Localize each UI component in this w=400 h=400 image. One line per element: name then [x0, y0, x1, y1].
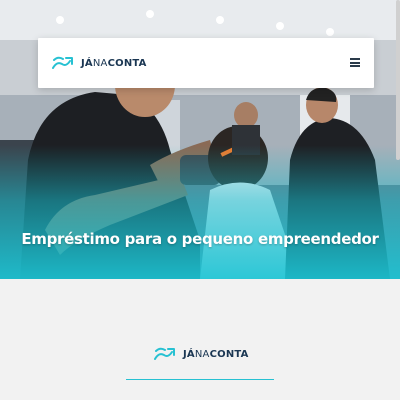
brand-logo[interactable]: JÁNACONTA — [52, 55, 147, 71]
page-scrollbar[interactable] — [396, 0, 400, 160]
hero-title: Empréstimo para o pequeno empreendedor — [21, 230, 379, 248]
hamburger-menu-icon[interactable] — [350, 58, 360, 67]
brand-wordmark: JÁNACONTA — [81, 57, 147, 69]
top-navbar: JÁNACONTA — [38, 38, 374, 88]
footer-brand-logo[interactable]: JÁNACONTA — [154, 346, 249, 362]
footer-section: JÁNACONTA — [0, 279, 400, 400]
arrow-ribbon-icon — [154, 347, 175, 360]
footer-divider — [126, 379, 274, 380]
footer-brand-wordmark: JÁNACONTA — [183, 348, 249, 360]
arrow-ribbon-icon — [52, 56, 73, 69]
